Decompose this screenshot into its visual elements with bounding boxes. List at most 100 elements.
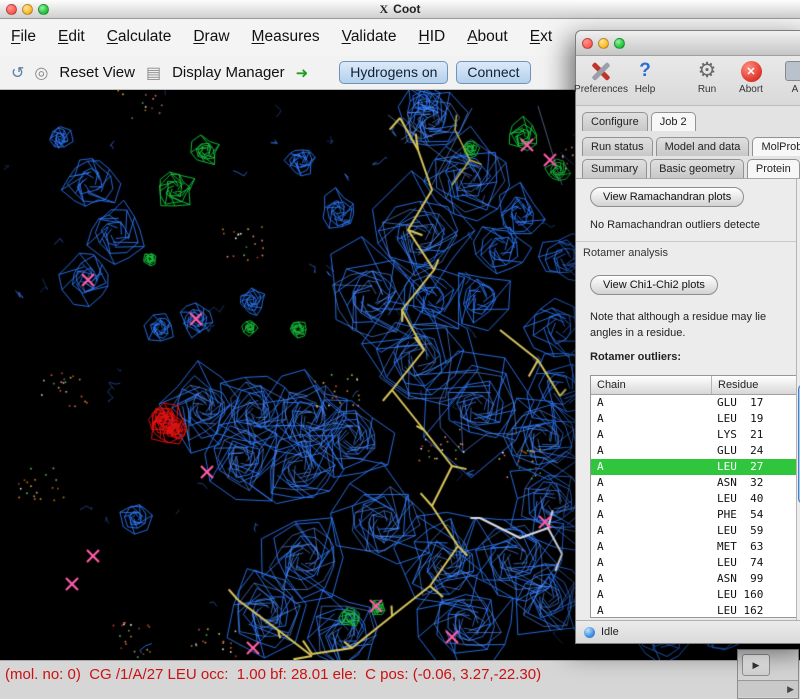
cell-chain: A: [591, 459, 711, 475]
menu-measures[interactable]: Measures: [241, 28, 331, 46]
tab-run-status[interactable]: Run status: [582, 137, 653, 156]
column-header-chain[interactable]: Chain: [591, 376, 711, 394]
dialog-zoom-button[interactable]: [614, 38, 625, 49]
cell-chain: A: [591, 395, 711, 411]
dialog-vertical-scrollbar[interactable]: [796, 179, 800, 620]
dialog-minimize-button[interactable]: [598, 38, 609, 49]
connect-button[interactable]: Connect: [456, 61, 530, 84]
cell-chain: A: [591, 443, 711, 459]
cell-chain: A: [591, 555, 711, 571]
cell-chain: A: [591, 539, 711, 555]
status-indicator-icon: [584, 627, 595, 638]
tool-label: Abort: [739, 84, 763, 95]
rotamer-outliers-label: Rotamer outliers:: [590, 351, 681, 363]
tab-molprobit[interactable]: MolProbit: [752, 137, 800, 156]
menu-calculate[interactable]: Calculate: [96, 28, 183, 46]
go-arrow-icon[interactable]: ➜: [296, 64, 309, 82]
abort-button[interactable]: ✕Abort: [734, 59, 768, 95]
tabrow-data: Run statusModel and dataMolProbit: [576, 137, 800, 156]
table-header[interactable]: Chain Residue: [591, 376, 796, 395]
tool-label: Preferences: [574, 84, 628, 95]
table-row[interactable]: ALEU 27: [591, 459, 796, 475]
coot-main-window: XCoot FileEditCalculateDrawMeasuresValid…: [0, 0, 800, 699]
menu-draw[interactable]: Draw: [182, 28, 240, 46]
column-header-residue[interactable]: Residue: [711, 376, 796, 394]
molprobity-dialog: Preferences?Help⚙Run✕AbortA ConfigureJob…: [575, 30, 800, 644]
table-row[interactable]: AASN 99: [591, 571, 796, 587]
table-row[interactable]: ALEU 162: [591, 603, 796, 618]
cell-residue: PHE 54: [711, 507, 796, 523]
cell-chain: A: [591, 507, 711, 523]
cell-residue: MET 63: [711, 539, 796, 555]
rotamer-note-line1: Note that although a residue may lie: [590, 311, 766, 323]
tool-label: Run: [698, 84, 716, 95]
a-button[interactable]: A: [778, 59, 800, 95]
rotamer-outliers-table: Chain Residue AGLU 17ALEU 19ALYS 21AGLU …: [590, 375, 797, 618]
cell-chain: A: [591, 427, 711, 443]
cell-residue: ASN 99: [711, 571, 796, 587]
table-row[interactable]: ALEU 40: [591, 491, 796, 507]
partial-icon: [785, 59, 800, 83]
preferences-button[interactable]: Preferences: [584, 59, 618, 95]
cell-residue: LEU 162: [711, 603, 796, 618]
x11-app-icon: X: [380, 2, 389, 16]
table-row[interactable]: ALEU 74: [591, 555, 796, 571]
tabrow-validation: SummaryBasic geometryProteinC: [576, 159, 800, 178]
table-row[interactable]: ALEU 160: [591, 587, 796, 603]
scroll-arrow-icon: ▶: [787, 684, 794, 695]
window-title-area: XCoot: [0, 2, 800, 17]
view-ramachandran-plots-button[interactable]: View Ramachandran plots: [590, 187, 744, 207]
menu-edit[interactable]: Edit: [47, 28, 96, 46]
help-button[interactable]: ?Help: [628, 59, 662, 95]
cell-chain: A: [591, 491, 711, 507]
tab-model-and-data[interactable]: Model and data: [656, 137, 750, 156]
menu-about[interactable]: About: [456, 28, 519, 46]
table-row[interactable]: AASN 32: [591, 475, 796, 491]
main-titlebar[interactable]: XCoot: [0, 0, 800, 19]
display-manager-button[interactable]: Display Manager: [172, 64, 285, 81]
dialog-close-button[interactable]: [582, 38, 593, 49]
table-row[interactable]: ALYS 21: [591, 427, 796, 443]
horizontal-scrollbar[interactable]: ▶: [738, 680, 798, 697]
table-row[interactable]: APHE 54: [591, 507, 796, 523]
tool-label: Help: [635, 84, 656, 95]
dialog-status-text: Idle: [601, 626, 619, 638]
hydrogens-toggle-button[interactable]: Hydrogens on: [339, 61, 448, 84]
menu-hid[interactable]: HID: [408, 28, 457, 46]
reset-view-button[interactable]: Reset View: [59, 64, 135, 81]
section-divider: [576, 241, 800, 242]
reset-view-icon[interactable]: ↺: [11, 63, 24, 83]
menu-validate[interactable]: Validate: [331, 28, 408, 46]
cell-residue: GLU 17: [711, 395, 796, 411]
table-row[interactable]: AMET 63: [591, 539, 796, 555]
scroll-right-button[interactable]: ▶: [742, 654, 770, 676]
menu-ext[interactable]: Ext: [519, 28, 563, 46]
table-row[interactable]: ALEU 59: [591, 523, 796, 539]
tab-job-2[interactable]: Job 2: [651, 112, 696, 131]
tab-basic-geometry[interactable]: Basic geometry: [650, 159, 744, 178]
dialog-toolbar: Preferences?Help⚙Run✕AbortA: [576, 56, 800, 106]
atom-status-text: (mol. no: 0) CG /1/A/27 LEU occ: 1.00 bf…: [5, 666, 541, 683]
cell-residue: LEU 74: [711, 555, 796, 571]
dialog-window-controls: [582, 38, 625, 49]
dialog-titlebar[interactable]: [576, 31, 800, 56]
recenter-icon[interactable]: ◎: [34, 63, 48, 83]
rotamer-analysis-label: Rotamer analysis: [583, 247, 668, 259]
tab-summary[interactable]: Summary: [582, 159, 647, 178]
table-row[interactable]: AGLU 17: [591, 395, 796, 411]
cell-residue: LEU 27: [711, 459, 796, 475]
run-button[interactable]: ⚙Run: [690, 59, 724, 95]
tab-protein[interactable]: Protein: [747, 159, 800, 178]
view-chi1-chi2-plots-button[interactable]: View Chi1-Chi2 plots: [590, 275, 718, 295]
menu-file[interactable]: File: [0, 28, 47, 46]
cell-residue: LYS 21: [711, 427, 796, 443]
display-manager-icon[interactable]: ▤: [146, 63, 161, 83]
ramachandran-result-text: No Ramachandran outliers detecte: [590, 219, 760, 231]
table-row[interactable]: AGLU 24: [591, 443, 796, 459]
table-row[interactable]: ALEU 19: [591, 411, 796, 427]
cell-residue: LEU 160: [711, 587, 796, 603]
tabrow-config: ConfigureJob 2: [576, 112, 800, 131]
cell-residue: GLU 24: [711, 443, 796, 459]
tab-configure[interactable]: Configure: [582, 112, 648, 131]
rotamer-note-line2: angles in a residue.: [590, 327, 685, 339]
